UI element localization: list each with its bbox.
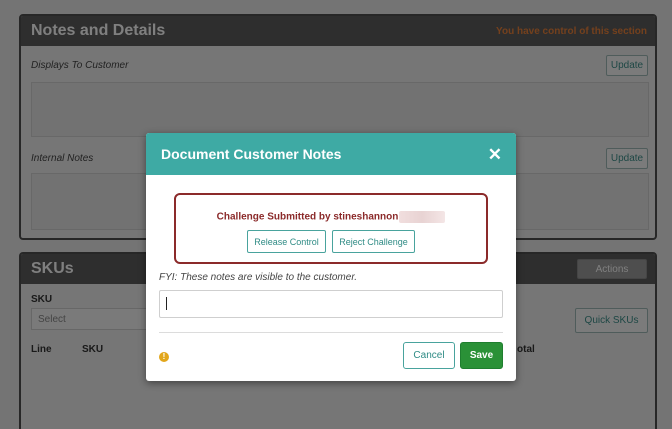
release-control-button[interactable]: Release Control	[247, 230, 326, 253]
challenge-message: Challenge Submitted by stineshannon	[176, 211, 486, 223]
challenge-box: Challenge Submitted by stineshannon Rele…	[174, 193, 488, 264]
cancel-button[interactable]: Cancel	[403, 342, 455, 369]
challenge-text: Challenge Submitted by stineshannon	[216, 211, 399, 223]
document-customer-notes-modal: Document Customer Notes ✕ Challenge Subm…	[146, 133, 516, 381]
modal-header: Document Customer Notes ✕	[146, 133, 516, 175]
modal-title: Document Customer Notes	[161, 146, 342, 162]
fyi-notice: FYI: These notes are visible to the cust…	[159, 272, 358, 283]
customer-notes-input[interactable]	[159, 290, 503, 318]
reject-challenge-button[interactable]: Reject Challenge	[332, 230, 415, 253]
info-icon[interactable]: !	[159, 352, 169, 362]
text-cursor	[166, 297, 167, 310]
save-button[interactable]: Save	[460, 342, 503, 369]
close-icon[interactable]: ✕	[488, 146, 502, 163]
redacted-name-blur	[399, 211, 446, 223]
modal-divider	[159, 332, 503, 333]
